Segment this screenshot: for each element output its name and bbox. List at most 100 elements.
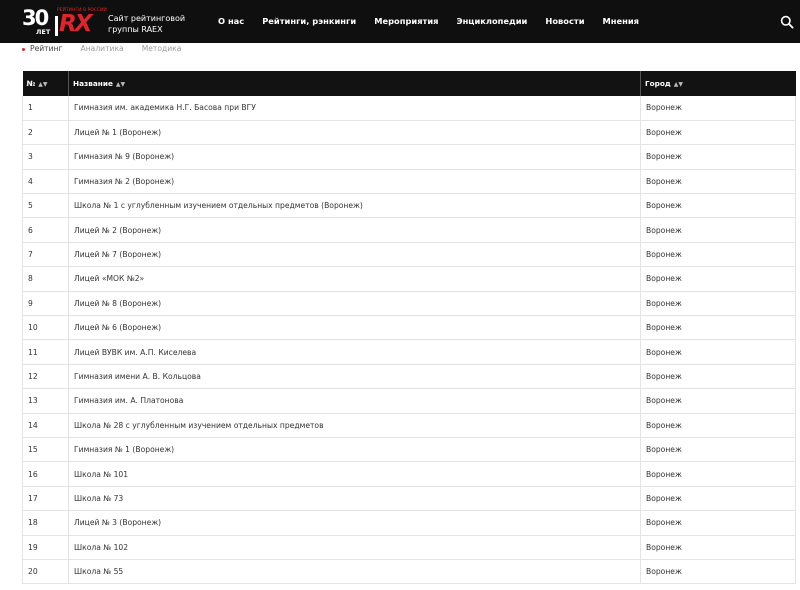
cell-city: Воронеж	[640, 535, 796, 560]
cell-city: Воронеж	[640, 96, 796, 121]
cell-city: Воронеж	[640, 144, 796, 170]
cell-name: Лицей № 2 (Воронеж)	[68, 217, 641, 243]
cell-name: Лицей № 1 (Воронеж)	[68, 120, 641, 146]
cell-number: 4	[22, 169, 69, 195]
column-header-city[interactable]: Город ▲▼	[640, 71, 796, 96]
cell-number: 8	[22, 266, 69, 292]
cell-name: Гимназия № 9 (Воронеж)	[68, 144, 641, 170]
logo-years: ЛЕТ	[36, 28, 51, 36]
nav-item-events[interactable]: Мероприятия	[374, 16, 438, 26]
cell-number: 1	[22, 96, 69, 121]
table-row[interactable]: 13 Гимназия им. А. Платонова Воронеж	[22, 388, 796, 414]
cell-number: 13	[22, 388, 69, 414]
active-dot-icon	[22, 47, 25, 51]
table-row[interactable]: 10 Лицей № 6 (Воронеж) Воронеж	[22, 315, 796, 341]
cell-number: 9	[22, 291, 69, 317]
cell-name: Школа № 1 с углубленным изучением отдель…	[68, 193, 641, 219]
table-row[interactable]: 16 Школа № 101 Воронеж	[22, 461, 796, 487]
cell-name: Школа № 28 с углубленным изучением отдел…	[68, 413, 641, 438]
table-row[interactable]: 5 Школа № 1 с углубленным изучением отдел…	[22, 193, 796, 219]
table-row[interactable]: 2 Лицей № 1 (Воронеж) Воронеж	[22, 120, 796, 146]
nav-item-news[interactable]: Новости	[545, 16, 584, 26]
table-row[interactable]: 11 Лицей ВУВК им. А.П. Киселева Воронеж	[22, 339, 796, 365]
cell-number: 10	[22, 315, 69, 341]
sort-icon: ▲▼	[38, 80, 48, 88]
cell-city: Воронеж	[640, 437, 796, 463]
column-header-city-label: Город	[645, 79, 671, 88]
cell-number: 15	[22, 437, 69, 463]
cell-city: Воронеж	[640, 242, 796, 268]
cell-number: 16	[22, 461, 69, 487]
nav-item-ratings[interactable]: Рейтинги, рэнкинги	[262, 16, 356, 26]
cell-name: Школа № 55	[68, 559, 641, 585]
cell-name: Гимназия имени А. В. Кольцова	[68, 364, 641, 390]
table-row[interactable]: 19 Школа № 102 Воронеж	[22, 535, 796, 560]
site-description-line2: группы RAEX	[108, 25, 163, 34]
cell-number: 12	[22, 364, 69, 390]
cell-number: 7	[22, 242, 69, 268]
cell-city: Воронеж	[640, 315, 796, 341]
cell-city: Воронеж	[640, 486, 796, 512]
sort-icon: ▲▼	[673, 80, 684, 88]
table-row[interactable]: 1 Гимназия им. академика Н.Г. Басова при …	[22, 96, 796, 121]
logo-number: 30	[22, 6, 49, 30]
table-row[interactable]: 7 Лицей № 7 (Воронеж) Воронеж	[22, 242, 796, 268]
table-row[interactable]: 6 Лицей № 2 (Воронеж) Воронеж	[22, 217, 796, 243]
cell-number: 18	[22, 510, 69, 536]
cell-number: 5	[22, 193, 69, 219]
column-header-name-label: Название	[73, 79, 113, 88]
cell-number: 3	[22, 144, 69, 170]
cell-name: Школа № 73	[68, 486, 641, 512]
main-nav: О нас Рейтинги, рэнкинги Мероприятия Энц…	[218, 16, 657, 26]
cell-name: Лицей «МОК №2»	[68, 266, 641, 292]
nav-item-encyclopedias[interactable]: Энциклопедии	[456, 16, 527, 26]
cell-name: Гимназия № 2 (Воронеж)	[68, 169, 641, 195]
raex-logo[interactable]: 30 ЛЕТ РЕЙТИНГИ В РОССИИ RX	[22, 6, 107, 38]
cell-name: Гимназия № 1 (Воронеж)	[68, 437, 641, 463]
table-row[interactable]: 4 Гимназия № 2 (Воронеж) Воронеж	[22, 169, 796, 195]
cell-number: 20	[22, 559, 69, 585]
table-row[interactable]: 18 Лицей № 3 (Воронеж) Воронеж	[22, 510, 796, 536]
table-row[interactable]: 9 Лицей № 8 (Воронеж) Воронеж	[22, 291, 796, 317]
table-row[interactable]: 15 Гимназия № 1 (Воронеж) Воронеж	[22, 437, 796, 463]
search-icon	[780, 15, 794, 29]
cell-name: Гимназия им. А. Платонова	[68, 388, 641, 414]
logo-divider	[55, 16, 58, 36]
table-body: 1 Гимназия им. академика Н.Г. Басова при …	[22, 96, 796, 585]
cell-city: Воронеж	[640, 169, 796, 195]
site-header: 30 ЛЕТ РЕЙТИНГИ В РОССИИ RX Сайт рейтинг…	[0, 0, 800, 43]
tab-rating[interactable]: Рейтинг	[22, 44, 63, 53]
cell-number: 19	[22, 535, 69, 560]
cell-number: 17	[22, 486, 69, 512]
cell-city: Воронеж	[640, 413, 796, 438]
site-description: Сайт рейтинговой группы RAEX	[108, 13, 185, 35]
cell-name: Гимназия им. академика Н.Г. Басова при В…	[68, 96, 641, 121]
cell-number: 6	[22, 217, 69, 243]
cell-name: Лицей ВУВК им. А.П. Киселева	[68, 339, 641, 365]
column-header-number[interactable]: № ▲▼	[22, 71, 69, 96]
cell-city: Воронеж	[640, 461, 796, 487]
table-row[interactable]: 20 Школа № 55 Воронеж	[22, 559, 796, 585]
cell-city: Воронеж	[640, 364, 796, 390]
tab-analytics[interactable]: Аналитика	[81, 44, 124, 53]
cell-city: Воронеж	[640, 388, 796, 414]
search-button[interactable]	[780, 14, 794, 29]
cell-name: Лицей № 7 (Воронеж)	[68, 242, 641, 268]
cell-name: Школа № 101	[68, 461, 641, 487]
table-row[interactable]: 3 Гимназия № 9 (Воронеж) Воронеж	[22, 144, 796, 170]
table-header-row: № ▲▼ Название ▲▼ Город ▲▼	[22, 71, 796, 96]
table-row[interactable]: 17 Школа № 73 Воронеж	[22, 486, 796, 512]
cell-name: Школа № 102	[68, 535, 641, 560]
nav-item-about[interactable]: О нас	[218, 16, 244, 26]
table-row[interactable]: 12 Гимназия имени А. В. Кольцова Воронеж	[22, 364, 796, 390]
cell-city: Воронеж	[640, 339, 796, 365]
table-row[interactable]: 14 Школа № 28 с углубленным изучением отд…	[22, 413, 796, 438]
tab-methodology[interactable]: Методика	[142, 44, 182, 53]
tab-rating-label: Рейтинг	[30, 44, 63, 53]
nav-item-opinions[interactable]: Мнения	[603, 16, 640, 26]
column-header-name[interactable]: Название ▲▼	[68, 71, 641, 96]
cell-number: 11	[22, 339, 69, 365]
column-header-number-label: №	[26, 79, 36, 88]
cell-name: Лицей № 3 (Воронеж)	[68, 510, 641, 536]
table-row[interactable]: 8 Лицей «МОК №2» Воронеж	[22, 266, 796, 292]
